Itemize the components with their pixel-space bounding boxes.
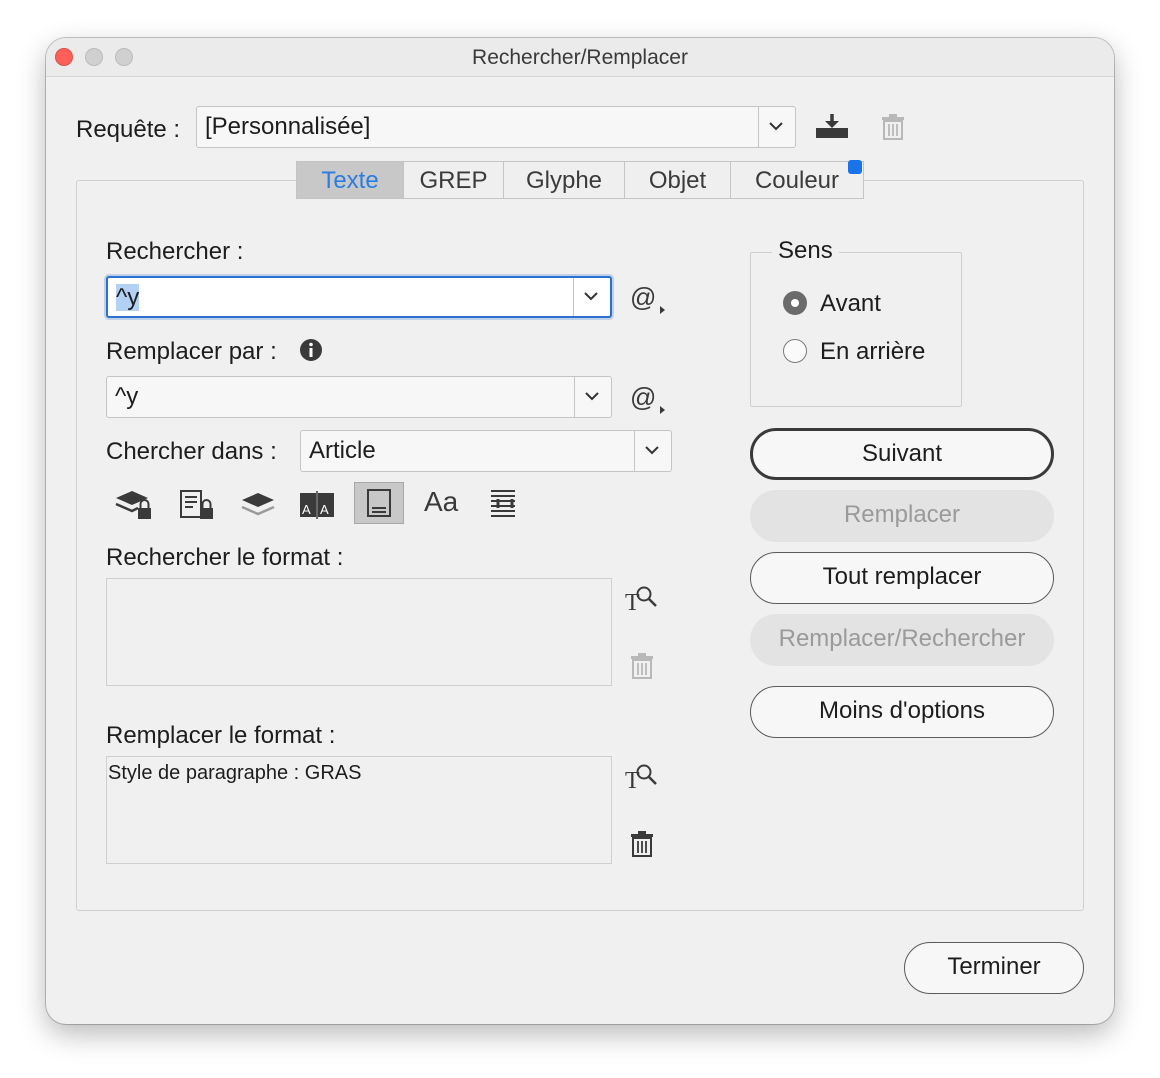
special-characters-replace-icon[interactable]: @ — [630, 382, 666, 419]
chevron-down-icon[interactable] — [758, 107, 795, 147]
query-select[interactable]: [Personnalisée] — [196, 106, 796, 148]
find-value: ^y — [116, 284, 140, 311]
tab-texte[interactable]: Texte — [297, 162, 404, 198]
locked-layers-icon[interactable] — [114, 488, 154, 527]
hidden-layers-icon[interactable] — [238, 488, 278, 527]
case-sensitive-icon[interactable]: Aa — [424, 486, 458, 518]
search-in-label: Chercher dans : — [106, 438, 277, 465]
specify-replace-format-icon[interactable]: T — [624, 762, 660, 797]
replace-find-button[interactable]: Remplacer/Rechercher — [750, 614, 1054, 666]
replace-label: Remplacer par : — [106, 338, 277, 365]
replace-field[interactable]: ^y — [106, 376, 612, 418]
footnotes-icon — [367, 489, 391, 522]
query-value: [Personnalisée] — [205, 113, 371, 140]
whole-word-icon[interactable] — [488, 488, 522, 525]
next-button[interactable]: Suivant — [750, 428, 1054, 480]
search-in-value: Article — [309, 437, 376, 464]
locked-stories-icon[interactable] — [178, 488, 218, 527]
replace-format-value: Style de paragraphe : GRAS — [108, 762, 362, 784]
tab-glyphe[interactable]: Glyphe — [504, 162, 625, 198]
radio-backward-label: En arrière — [820, 338, 926, 365]
tab-couleur[interactable]: Couleur — [731, 162, 863, 198]
find-format-box[interactable] — [106, 578, 612, 686]
delete-query-icon[interactable] — [880, 113, 906, 146]
fewer-options-button[interactable]: Moins d'options — [750, 686, 1054, 738]
direction-legend: Sens — [772, 237, 839, 265]
chevron-down-icon[interactable] — [573, 278, 610, 316]
svg-text:@: @ — [630, 284, 656, 312]
tab-grep[interactable]: GREP — [404, 162, 504, 198]
replace-format-box[interactable]: Style de paragraphe : GRAS — [106, 756, 612, 864]
svg-text:@: @ — [630, 384, 656, 412]
find-replace-dialog: Rechercher/Remplacer Requête : [Personna… — [46, 38, 1114, 1024]
chevron-down-icon[interactable] — [634, 431, 671, 471]
search-type-tabs: Texte GREP Glyphe Objet Couleur — [296, 161, 864, 199]
tab-objet[interactable]: Objet — [625, 162, 731, 198]
footnotes-toggle[interactable] — [354, 482, 404, 524]
title-bar: Rechercher/Remplacer — [46, 38, 1114, 77]
replace-format-label: Remplacer le format : — [106, 722, 336, 749]
clear-find-format-icon[interactable] — [629, 652, 655, 685]
radio-forward[interactable] — [783, 291, 807, 315]
save-query-icon[interactable] — [814, 112, 850, 147]
replace-button[interactable]: Remplacer — [750, 490, 1054, 542]
radio-forward-label: Avant — [820, 290, 881, 317]
query-label: Requête : — [76, 116, 181, 143]
find-field[interactable]: ^y — [106, 276, 612, 318]
master-pages-icon[interactable]: A A — [298, 488, 338, 527]
svg-text:A: A — [320, 502, 329, 517]
window-title: Rechercher/Remplacer — [472, 46, 688, 69]
replace-all-button[interactable]: Tout remplacer — [750, 552, 1054, 604]
clear-replace-format-icon[interactable] — [629, 830, 655, 863]
find-format-label: Rechercher le format : — [106, 544, 344, 571]
special-characters-find-icon[interactable]: @ — [630, 282, 666, 319]
notification-badge — [848, 160, 862, 174]
info-icon[interactable] — [299, 338, 323, 367]
find-label: Rechercher : — [106, 238, 244, 265]
specify-find-format-icon[interactable]: T — [624, 584, 660, 619]
radio-backward[interactable] — [783, 339, 807, 363]
replace-value: ^y — [115, 383, 139, 410]
search-in-select[interactable]: Article — [300, 430, 672, 472]
direction-group — [750, 252, 962, 407]
svg-text:A: A — [302, 502, 311, 517]
chevron-down-icon[interactable] — [574, 377, 611, 417]
done-button[interactable]: Terminer — [904, 942, 1084, 994]
